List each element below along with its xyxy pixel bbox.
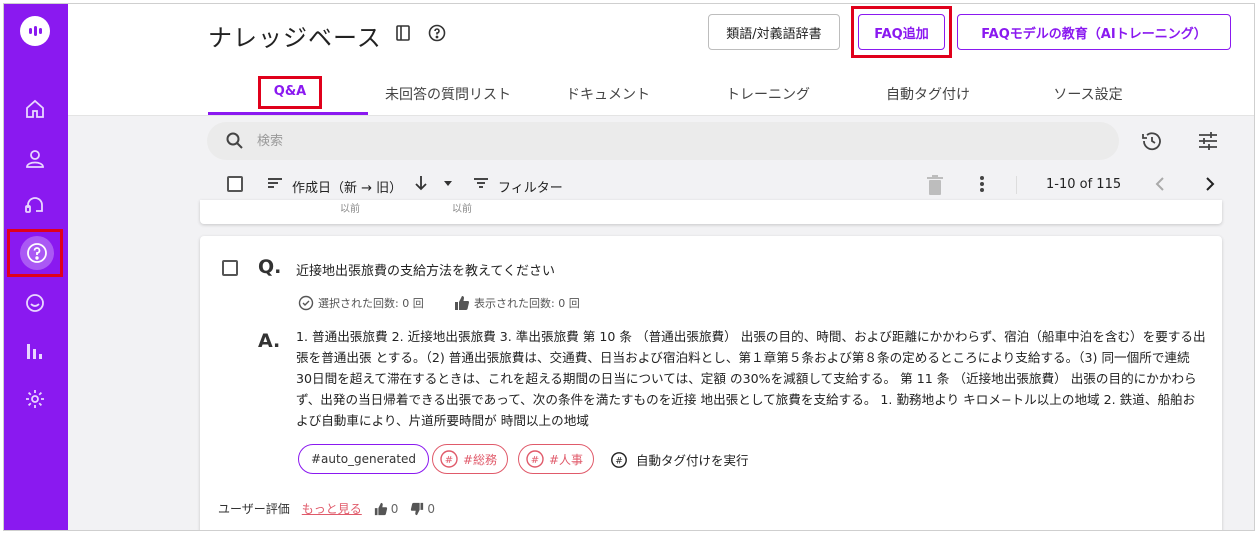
selected-count: 選択された回数: 0 回: [298, 295, 424, 311]
thumb-up-icon: [455, 296, 469, 310]
sort-icon: [268, 178, 282, 188]
answer-text: 1. 普通出張旅費 2. 近接地出張旅費 3. 準出張旅費 第 10 条 （普通…: [296, 329, 1206, 428]
dislike-button[interactable]: 0: [410, 502, 435, 516]
question-text[interactable]: 近接地出張旅費の支給方法を教えてください: [296, 260, 555, 279]
select-all-checkbox[interactable]: [227, 176, 243, 192]
chevron-left-icon[interactable]: [1152, 175, 1170, 193]
search-input[interactable]: [257, 130, 857, 152]
tab-qa[interactable]: Q&A: [258, 84, 322, 99]
synonyms-dictionary-button[interactable]: 類語/対義語辞書: [708, 14, 840, 50]
auto-tag-icon: #: [526, 450, 544, 468]
home-icon[interactable]: [22, 96, 48, 122]
run-auto-tagging-label: 自動タグ付けを実行: [636, 453, 749, 468]
active-tab-indicator: [208, 112, 368, 115]
analytics-icon[interactable]: [22, 338, 48, 364]
auto-tag-icon: #: [611, 451, 627, 468]
user-icon[interactable]: [22, 145, 48, 171]
sort-label[interactable]: 作成日（新 → 旧）: [292, 177, 402, 196]
filter-button[interactable]: フィルター: [498, 177, 563, 196]
toolbar-divider: [1016, 176, 1017, 194]
history-icon[interactable]: [1140, 129, 1164, 153]
tag-auto-generated[interactable]: #auto_generated: [298, 444, 430, 474]
run-auto-tagging-button[interactable]: # 自動タグ付けを実行: [610, 450, 749, 469]
arrow-down-icon[interactable]: [412, 174, 430, 192]
add-faq-button[interactable]: FAQ追加: [858, 14, 945, 50]
tab-unanswered-questions[interactable]: 未回答の質問リスト: [368, 84, 528, 104]
see-more-link[interactable]: もっと見る: [302, 500, 362, 517]
help-icon[interactable]: [428, 24, 446, 42]
header: ナレッジベース 類語/対義語辞書 FAQ追加 FAQモデルの教育（AIトレーニン…: [68, 4, 1254, 116]
tab-training[interactable]: トレーニング: [688, 84, 848, 104]
sidebar: [4, 4, 68, 530]
like-button[interactable]: 0: [374, 501, 399, 516]
selected-count-text: 選択された回数: 0 回: [318, 297, 424, 310]
svg-text:#: #: [615, 456, 623, 466]
tag-human-resources[interactable]: # #人事: [518, 444, 595, 474]
question-label: Q.: [258, 256, 282, 278]
page-title: ナレッジベース: [208, 24, 382, 52]
book-icon[interactable]: [394, 24, 412, 42]
tab-documents[interactable]: ドキュメント: [528, 84, 688, 104]
filter-icon: [474, 178, 488, 188]
auto-tag-icon: #: [440, 450, 458, 468]
app-window: ナレッジベース 類語/対義語辞書 FAQ追加 FAQモデルの教育（AIトレーニン…: [3, 3, 1255, 531]
delete-icon[interactable]: [925, 174, 945, 196]
previous-faq-card: 以前 以前: [200, 200, 1222, 224]
chat-icon[interactable]: [22, 290, 48, 316]
tag-label: #人事: [549, 452, 584, 467]
caret-down-icon[interactable]: [442, 178, 454, 188]
pagination-label: 1-10 of 115: [1046, 177, 1122, 192]
answer-label: A.: [258, 330, 281, 352]
settings-gear-icon[interactable]: [22, 386, 48, 412]
user-rating: ユーザー評価 もっと見る 0 0: [218, 500, 435, 517]
chevron-right-icon[interactable]: [1200, 175, 1218, 193]
thumb-up-icon: [374, 502, 387, 515]
tag-general-affairs[interactable]: # #総務: [432, 444, 509, 474]
displayed-count: 表示された回数: 0 回: [454, 295, 580, 311]
faq-card: Q. 近接地出張旅費の支給方法を教えてください 選択された回数: 0 回 表示さ…: [200, 236, 1222, 530]
user-rating-label: ユーザー評価: [218, 502, 290, 516]
tag-label: #総務: [463, 452, 498, 467]
svg-text:#: #: [445, 455, 453, 466]
search-bar: [207, 122, 1119, 160]
prev-card-ghost-text: 以前: [340, 204, 360, 215]
dislike-count: 0: [427, 501, 436, 516]
train-faq-model-button[interactable]: FAQモデルの教育（AIトレーニング）: [957, 14, 1231, 50]
more-vert-icon[interactable]: [972, 174, 992, 194]
displayed-count-text: 表示された回数: 0 回: [474, 297, 580, 310]
svg-text:#: #: [531, 455, 539, 466]
tab-source-settings[interactable]: ソース設定: [1008, 84, 1168, 104]
prev-card-ghost-text: 以前: [452, 204, 472, 215]
logo-icon[interactable]: [20, 16, 50, 46]
check-circle-icon: [298, 295, 314, 311]
tune-settings-icon[interactable]: [1196, 129, 1220, 153]
tab-auto-tagging[interactable]: 自動タグ付け: [848, 84, 1008, 104]
support-chat-icon[interactable]: [22, 193, 48, 219]
faq-select-checkbox[interactable]: [222, 260, 238, 276]
thumb-down-icon: [411, 502, 424, 515]
sidebar-item-knowledge-base[interactable]: [7, 229, 63, 277]
faq-icon: [27, 243, 47, 263]
search-icon: [226, 132, 243, 149]
like-count: 0: [390, 501, 399, 516]
